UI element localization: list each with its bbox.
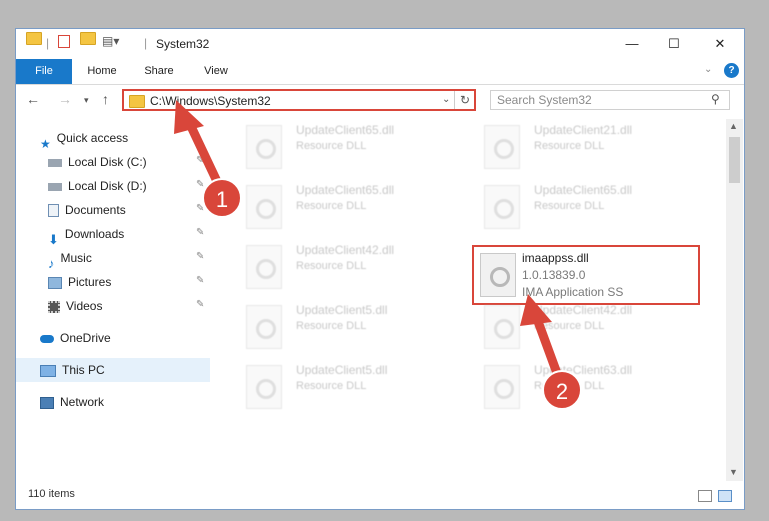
callout-badge-1: 1: [202, 178, 242, 218]
arrow-2: [531, 311, 563, 381]
callout-badge-2: 2: [542, 370, 582, 410]
callout-arrows: [174, 100, 563, 381]
arrow-2-head: [520, 294, 552, 326]
arrow-1-head: [174, 100, 204, 134]
